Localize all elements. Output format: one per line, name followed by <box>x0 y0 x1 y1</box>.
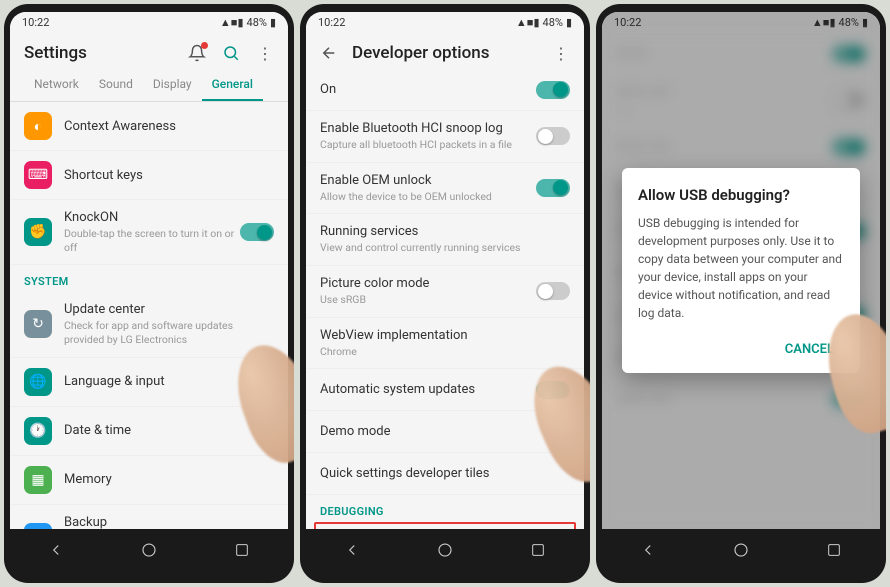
item-on[interactable]: On <box>306 69 584 111</box>
navbar <box>306 529 584 575</box>
item-knockon[interactable]: ✊KnockONDouble-tap the screen to turn it… <box>10 200 288 265</box>
tab-network[interactable]: Network <box>24 69 89 101</box>
item-memory[interactable]: ▦Memory <box>10 456 288 505</box>
item-update-center[interactable]: ↻Update centerCheck for app and software… <box>10 292 288 357</box>
oem-unlock-toggle[interactable] <box>536 179 570 197</box>
navbar <box>602 529 880 575</box>
knockon-icon: ✊ <box>24 218 52 246</box>
item-running-services[interactable]: Running servicesView and control current… <box>306 214 584 266</box>
tab-general[interactable]: General <box>202 69 263 101</box>
battery-icon: ▮ <box>566 16 572 29</box>
section-system: SYSTEM <box>10 265 288 292</box>
shortcut-icon: ⌨ <box>24 161 52 189</box>
dialog-title: Allow USB debugging? <box>638 186 844 204</box>
bluetooth-hci-toggle[interactable] <box>536 127 570 145</box>
status-time: 10:22 <box>22 16 49 29</box>
phone-developer-options: 10:22 ▲■▮48%▮ Developer options ⋮ On Ena… <box>300 4 590 583</box>
status-bar: 10:22 ▲■▮48%▮ <box>306 12 584 33</box>
more-icon[interactable]: ⋮ <box>552 44 570 62</box>
item-context-awareness[interactable]: ◐Context Awareness <box>10 102 288 151</box>
picture-color-toggle[interactable] <box>536 282 570 300</box>
nav-home[interactable] <box>138 539 160 561</box>
nav-recent[interactable] <box>823 539 845 561</box>
settings-list[interactable]: ◐Context Awareness ⌨Shortcut keys ✊Knock… <box>10 102 288 529</box>
back-icon[interactable] <box>320 44 338 62</box>
nav-back[interactable] <box>45 539 67 561</box>
on-toggle[interactable] <box>536 81 570 99</box>
notification-icon[interactable] <box>188 44 206 62</box>
page-title: Developer options <box>352 43 552 63</box>
item-bluetooth-hci[interactable]: Enable Bluetooth HCI snoop logCapture al… <box>306 111 584 163</box>
item-quick-settings-tiles[interactable]: Quick settings developer tiles <box>306 453 584 495</box>
item-backup[interactable]: ☁BackupBack up data such as personal dat… <box>10 505 288 529</box>
page-title: Settings <box>24 43 188 63</box>
item-oem-unlock[interactable]: Enable OEM unlockAllow the device to be … <box>306 163 584 215</box>
backup-icon: ☁ <box>24 523 52 529</box>
signal-icon: ▲■▮ <box>516 16 540 29</box>
developer-header: Developer options ⋮ <box>306 33 584 69</box>
knockon-toggle[interactable] <box>240 223 274 241</box>
battery-text: 48% <box>543 16 563 29</box>
language-icon: 🌐 <box>24 368 52 396</box>
developer-list[interactable]: On Enable Bluetooth HCI snoop logCapture… <box>306 69 584 529</box>
context-icon: ◐ <box>24 112 52 140</box>
status-bar: 10:22 ▲■▮48%▮ <box>10 12 288 33</box>
navbar <box>10 529 288 575</box>
clock-icon: 🕐 <box>24 417 52 445</box>
nav-home[interactable] <box>730 539 752 561</box>
usb-debugging-dialog: Allow USB debugging? USB debugging is in… <box>622 168 860 373</box>
item-picture-color[interactable]: Picture color modeUse sRGB <box>306 266 584 318</box>
nav-recent[interactable] <box>231 539 253 561</box>
search-icon[interactable] <box>222 44 240 62</box>
item-usb-debugging[interactable]: USB debuggingDebug mode when USB is conn… <box>314 522 576 529</box>
nav-back[interactable] <box>341 539 363 561</box>
item-webview[interactable]: WebView implementationChrome <box>306 318 584 370</box>
status-time: 10:22 <box>318 16 345 29</box>
item-shortcut-keys[interactable]: ⌨Shortcut keys <box>10 151 288 200</box>
settings-tabs: Network Sound Display General <box>10 69 288 102</box>
more-icon[interactable]: ⋮ <box>256 44 274 62</box>
battery-icon: ▮ <box>270 16 276 29</box>
tab-sound[interactable]: Sound <box>89 69 143 101</box>
memory-icon: ▦ <box>24 466 52 494</box>
nav-back[interactable] <box>637 539 659 561</box>
update-icon: ↻ <box>24 310 52 338</box>
battery-text: 48% <box>247 16 267 29</box>
dialog-body: USB debugging is intended for developmen… <box>638 214 844 322</box>
section-debugging: DEBUGGING <box>306 495 584 522</box>
tab-display[interactable]: Display <box>143 69 202 101</box>
phone-usb-dialog: 10:22 ▲■▮48%▮ ——— ——— ———— ——— —— ——— ——… <box>596 4 886 583</box>
dialog-overlay: Allow USB debugging? USB debugging is in… <box>602 12 880 529</box>
nav-recent[interactable] <box>527 539 549 561</box>
phone-settings: 10:22 ▲■▮48%▮ Settings ⋮ Network Sound D… <box>4 4 294 583</box>
settings-header: Settings ⋮ <box>10 33 288 69</box>
signal-icon: ▲■▮ <box>220 16 244 29</box>
nav-home[interactable] <box>434 539 456 561</box>
